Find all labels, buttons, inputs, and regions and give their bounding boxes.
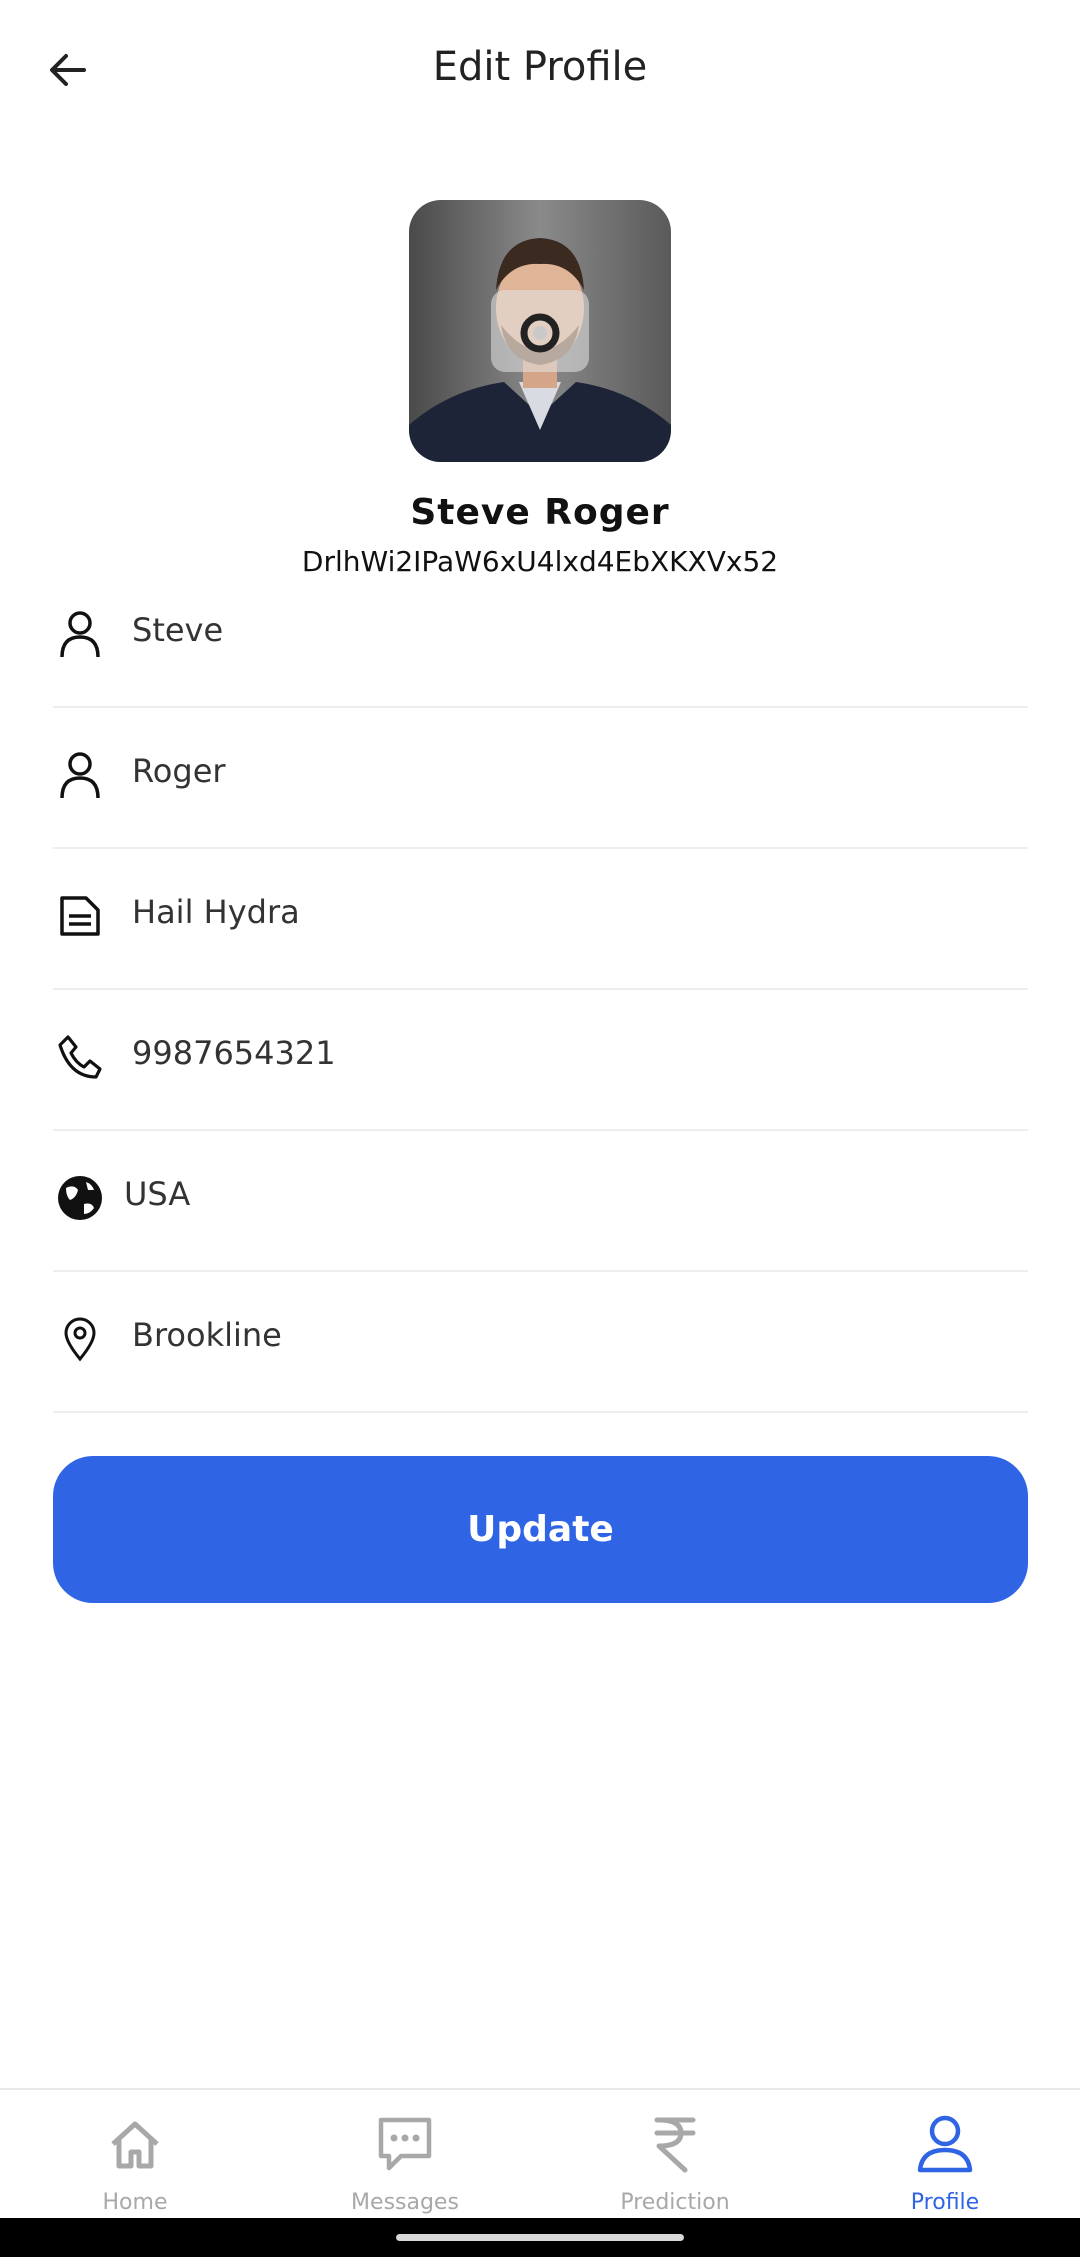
camera-icon: [520, 313, 560, 353]
profile-name: Steve Roger: [410, 492, 670, 533]
person-icon: [53, 748, 107, 802]
first-name-value[interactable]: Steve: [132, 611, 223, 649]
last-name-field[interactable]: Roger: [53, 708, 1028, 849]
bio-value[interactable]: Hail Hydra: [132, 893, 300, 931]
bio-field[interactable]: Hail Hydra: [53, 849, 1028, 990]
app-header: Edit Profile: [0, 0, 1080, 150]
city-value[interactable]: Brookline: [132, 1316, 282, 1354]
chat-icon: [373, 2112, 437, 2176]
phone-icon: [53, 1030, 107, 1084]
nav-label-profile: Profile: [910, 2190, 980, 2215]
rupee-icon: [643, 2112, 707, 2176]
phone-field[interactable]: 9987654321: [53, 990, 1028, 1131]
nav-label-home: Home: [102, 2190, 168, 2215]
globe-icon: [53, 1171, 107, 1225]
nav-item-prediction[interactable]: Prediction: [540, 2090, 810, 2220]
bottom-navigation: Home Messages Prediction Profile: [0, 2088, 1080, 2220]
page-title: Edit Profile: [432, 44, 648, 90]
avatar[interactable]: [409, 200, 671, 462]
person-icon: [53, 607, 107, 661]
nav-item-messages[interactable]: Messages: [270, 2090, 540, 2220]
nav-label-prediction: Prediction: [620, 2190, 730, 2215]
location-pin-icon: [53, 1312, 107, 1366]
home-icon: [103, 2112, 167, 2176]
nav-label-messages: Messages: [351, 2190, 459, 2215]
update-button[interactable]: Update: [53, 1456, 1028, 1603]
system-navigation-bar: [0, 2218, 1080, 2257]
country-value[interactable]: USA: [124, 1175, 190, 1213]
change-photo-button[interactable]: [491, 290, 589, 372]
home-indicator[interactable]: [396, 2234, 684, 2241]
phone-value[interactable]: 9987654321: [132, 1034, 336, 1072]
document-icon: [53, 889, 107, 943]
first-name-field[interactable]: Steve: [53, 567, 1028, 708]
country-field[interactable]: USA: [53, 1131, 1028, 1272]
last-name-value[interactable]: Roger: [132, 752, 226, 790]
nav-item-home[interactable]: Home: [0, 2090, 270, 2220]
nav-item-profile[interactable]: Profile: [810, 2090, 1080, 2220]
city-field[interactable]: Brookline: [53, 1272, 1028, 1413]
profile-icon: [913, 2112, 977, 2176]
